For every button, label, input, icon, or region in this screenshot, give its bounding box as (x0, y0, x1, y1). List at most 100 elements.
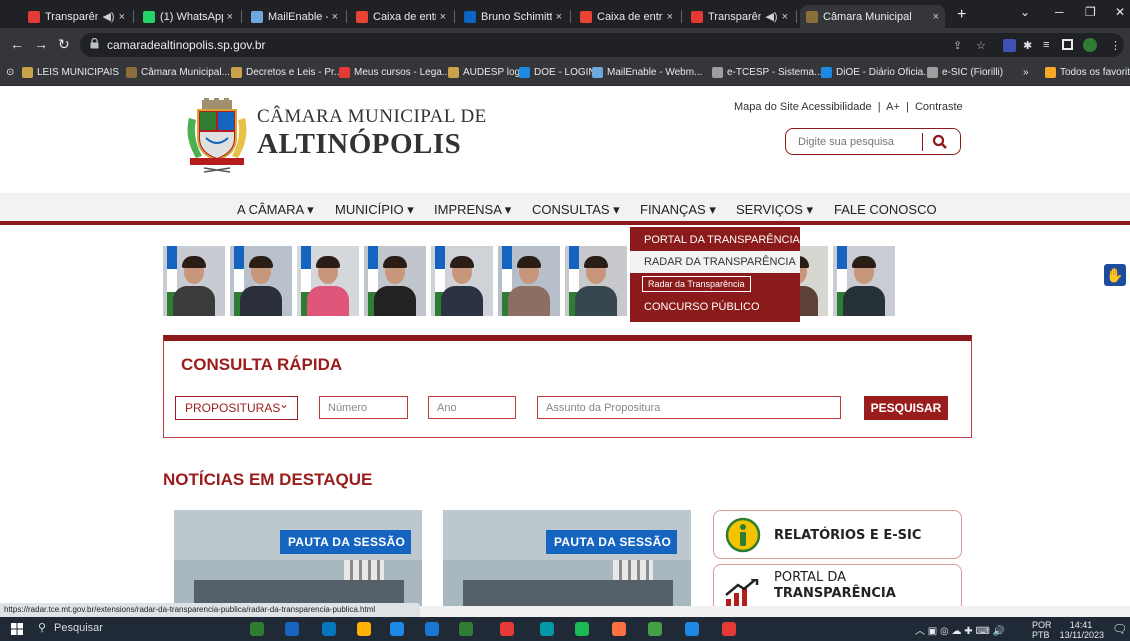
reports-esic-card[interactable]: RELATÓRIOS E E-SIC (713, 510, 962, 559)
taskbar-app-icon[interactable] (390, 622, 404, 636)
extensions-puzzle-icon[interactable]: ✱ (1023, 39, 1032, 52)
close-window-icon[interactable]: ✕ (1115, 5, 1125, 19)
number-input[interactable]: Número (319, 396, 408, 419)
site-map-link[interactable]: Mapa do Site (734, 101, 799, 113)
restore-icon[interactable]: ❐ (1085, 5, 1096, 19)
contrast-link[interactable]: Contraste (915, 101, 963, 113)
windows-start-icon[interactable] (11, 623, 23, 635)
bookmark-item[interactable]: LEIS MUNICIPAIS (22, 67, 119, 78)
accessibility-hand-icon[interactable]: ✋ (1104, 264, 1126, 286)
font-increase-link[interactable]: A+ (886, 101, 900, 113)
taskbar-app-icon[interactable] (357, 622, 371, 636)
taskbar-app-icon[interactable] (459, 622, 473, 636)
search-button[interactable]: PESQUISAR (864, 396, 948, 420)
taskbar-app-icon[interactable] (250, 622, 264, 636)
tab-search-icon[interactable]: ⌄ (1020, 5, 1030, 19)
browser-tab[interactable]: Transparência◀) × (685, 5, 794, 28)
all-favorites-folder[interactable]: Todos os favoritos (1045, 67, 1130, 78)
reload-icon[interactable]: ↻ (58, 36, 70, 53)
browser-tab[interactable]: Caixa de entrada (× (350, 5, 452, 28)
accessibility-link[interactable]: Acessibilidade (801, 101, 871, 113)
coat-of-arms-logo[interactable] (186, 98, 248, 176)
tray-icons[interactable]: ︿ ▣ ◎ ☁ ✚ ⌨ 🔊 (915, 622, 1005, 637)
close-tab-icon[interactable]: × (556, 11, 562, 23)
search-input[interactable]: Digite sua pesquisa (798, 136, 894, 148)
profile-avatar[interactable] (1083, 38, 1097, 52)
bookmark-item[interactable]: Câmara Municipal... (126, 67, 230, 78)
forward-icon[interactable]: → (34, 36, 48, 52)
taskbar-app-icon[interactable] (722, 622, 736, 636)
horizontal-scrollbar[interactable] (420, 606, 1130, 617)
taskbar-search[interactable]: ⚲ Pesquisar (36, 619, 186, 639)
browser-tab[interactable]: Câmara Municipal × (800, 5, 945, 28)
browser-tab[interactable]: Caixa de entrada (× (574, 5, 679, 28)
menu-item-portal-transparencia[interactable]: PORTAL DA TRANSPARÊNCIA (644, 234, 800, 246)
minimize-icon[interactable]: ─ (1055, 5, 1064, 19)
browser-tab[interactable]: Bruno Schimitt Me × (458, 5, 568, 28)
back-icon[interactable]: ← (10, 36, 24, 52)
audio-icon[interactable]: ◀) (102, 10, 114, 23)
nav-servicos[interactable]: SERVIÇOS ▾ (736, 202, 813, 218)
close-tab-icon[interactable]: × (667, 11, 673, 23)
menu-item-radar-transparencia[interactable]: RADAR DA TRANSPARÊNCIA (630, 251, 800, 273)
year-input[interactable]: Ano (428, 396, 516, 419)
taskbar-app-icon[interactable] (500, 622, 514, 636)
tab-separator (454, 10, 455, 23)
reading-list-icon[interactable]: ≡ (1043, 39, 1049, 51)
bookmark-item[interactable]: Meus cursos - Lega... (339, 67, 450, 78)
bookmark-star-icon[interactable]: ☆ (976, 39, 986, 52)
bookmark-item[interactable]: DiOE - Diário Oficia... (821, 67, 932, 78)
url-field[interactable]: camaradealtinopolis.sp.gov.br (80, 33, 1124, 57)
browser-tab[interactable]: MailEnable - Web × (245, 5, 344, 28)
close-tab-icon[interactable]: × (227, 11, 233, 23)
close-tab-icon[interactable]: × (119, 11, 125, 23)
bookmark-item[interactable]: e-SIC (Fiorilli) (927, 67, 1003, 78)
taskbar-app-icon[interactable] (685, 622, 699, 636)
browser-tab[interactable]: Transparência◀) × (22, 5, 131, 28)
photo-person-body (374, 286, 416, 316)
type-select-value: PROPOSITURAS (185, 401, 281, 415)
nav-financas[interactable]: FINANÇAS ▾ (640, 202, 716, 218)
nav-a-camara[interactable]: A CÂMARA ▾ (237, 202, 314, 218)
audio-icon[interactable]: ◀) (765, 10, 777, 23)
language-indicator[interactable]: POR PTB (1032, 620, 1052, 640)
nav-municipio[interactable]: MUNICÍPIO ▾ (335, 202, 414, 218)
close-tab-icon[interactable]: × (933, 11, 939, 23)
bookmark-item[interactable]: AUDESP login (448, 67, 528, 78)
nav-consultas[interactable]: CONSULTAS ▾ (532, 202, 620, 218)
bookmark-item[interactable]: DOE - LOGIN (519, 67, 596, 78)
extension-d-icon[interactable] (1003, 39, 1016, 52)
taskbar-app-icon[interactable] (612, 622, 626, 636)
subject-input[interactable]: Assunto da Propositura (537, 396, 841, 419)
taskbar-app-icon[interactable] (648, 622, 662, 636)
side-panel-icon[interactable] (1062, 39, 1073, 50)
taskbar-app-icon[interactable] (540, 622, 554, 636)
nav-imprensa[interactable]: IMPRENSA ▾ (434, 202, 511, 218)
site-search-box[interactable]: Digite sua pesquisa (785, 128, 961, 155)
transparency-portal-card[interactable]: PORTAL DA TRANSPARÊNCIA (713, 564, 962, 607)
clock[interactable]: 14:41 13/11/2023 (1058, 620, 1104, 640)
taskbar-app-icon[interactable] (322, 622, 336, 636)
bookmark-item[interactable]: e-TCESP - Sistema... (712, 67, 822, 78)
type-select[interactable]: PROPOSITURAS ⌄ (175, 396, 298, 420)
nav-fale-conosco[interactable]: FALE CONOSCO (834, 202, 937, 217)
close-tab-icon[interactable]: × (782, 11, 788, 23)
bookmark-item[interactable]: Decretos e Leis - Pr... (231, 67, 342, 78)
taskbar-app-icon[interactable] (425, 622, 439, 636)
taskbar-app-icon[interactable] (285, 622, 299, 636)
close-tab-icon[interactable]: × (332, 11, 338, 23)
more-bookmarks-button[interactable]: » (1023, 67, 1029, 78)
menu-item-concurso-publico[interactable]: CONCURSO PÚBLICO (644, 301, 760, 313)
taskbar-app-icon[interactable] (575, 622, 589, 636)
new-tab-button[interactable]: + (957, 6, 966, 24)
browser-tab[interactable]: (1) WhatsApp × (137, 5, 239, 28)
search-icon[interactable] (931, 133, 949, 151)
apps-icon[interactable]: ⊙ (6, 67, 14, 78)
menu-kebab-icon[interactable]: ⋮ (1110, 39, 1121, 52)
notifications-icon[interactable]: 🗨 (1112, 622, 1127, 636)
bookmark-item[interactable]: MailEnable - Webm... (592, 67, 702, 78)
news-item[interactable]: PAUTA DA SESSÃO (174, 510, 422, 607)
news-item[interactable]: PAUTA DA SESSÃO (443, 510, 691, 607)
close-tab-icon[interactable]: × (440, 11, 446, 23)
share-icon[interactable]: ⇪ (953, 39, 962, 52)
